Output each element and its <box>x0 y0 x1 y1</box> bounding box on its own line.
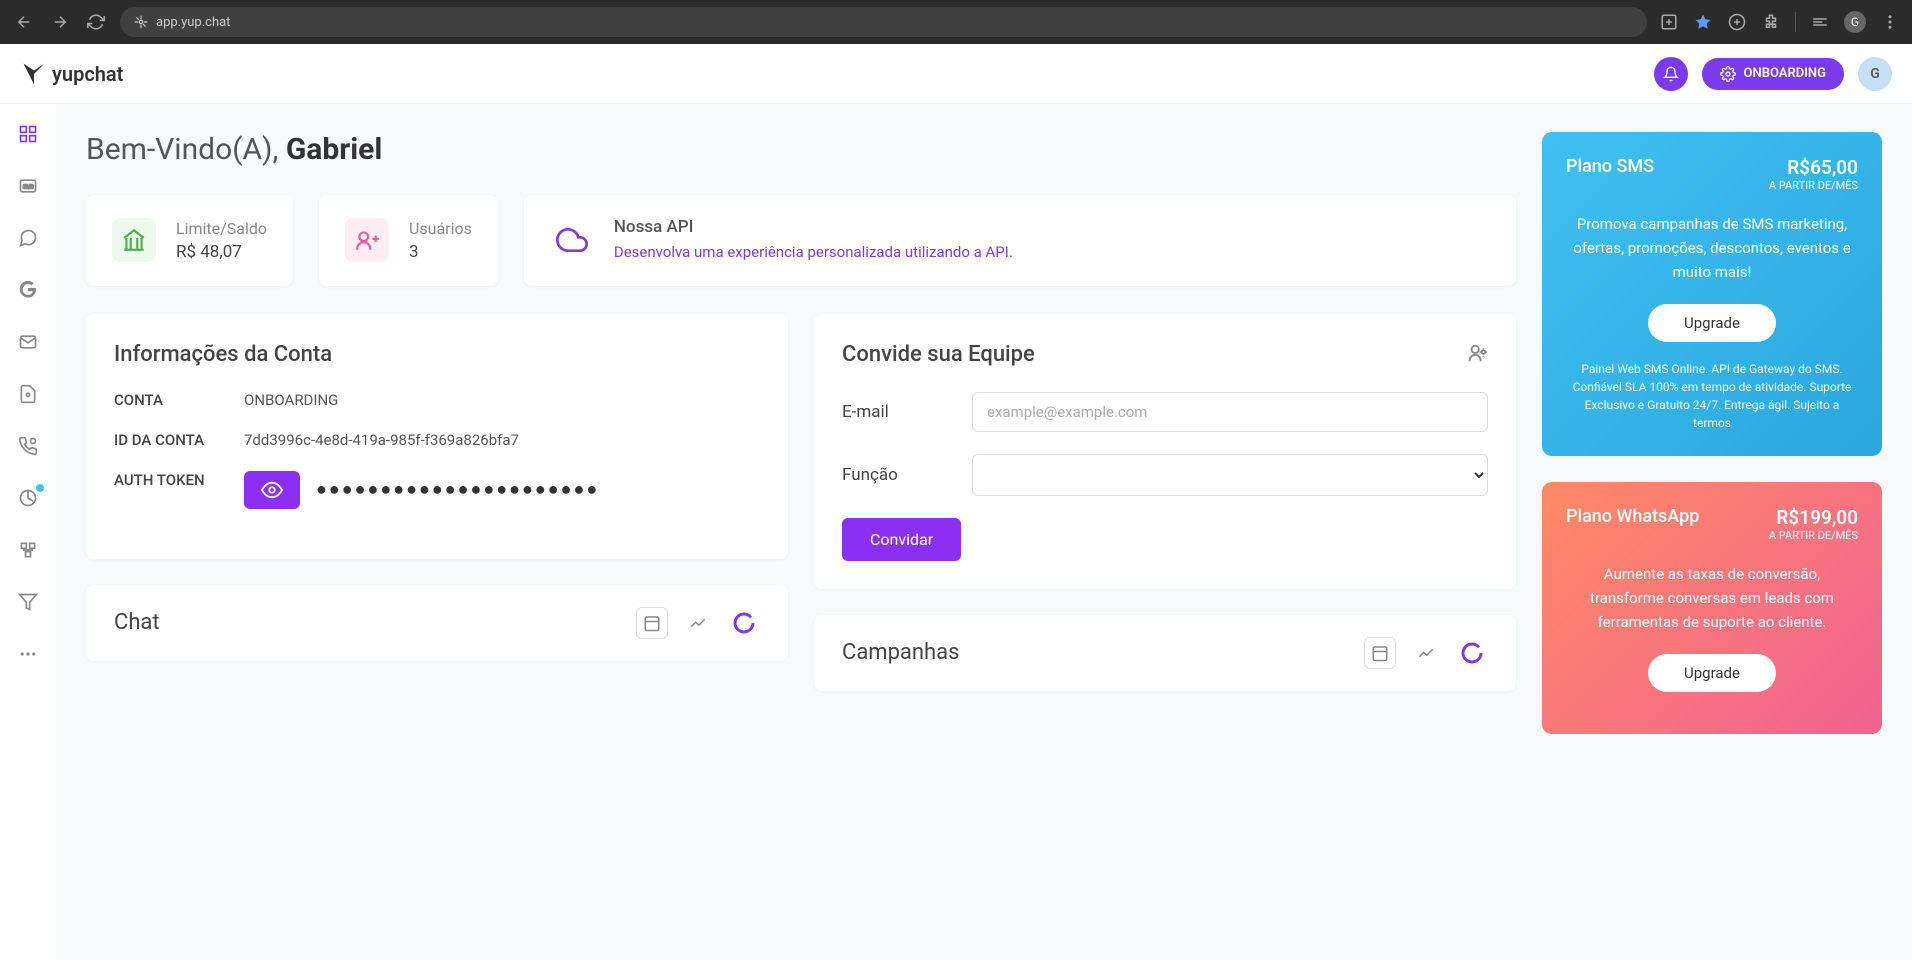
calendar-icon[interactable] <box>636 607 668 639</box>
chart-line-icon[interactable] <box>1410 637 1442 669</box>
logo-text: yupchat <box>52 62 123 86</box>
users-label: Usuários <box>409 219 472 238</box>
site-settings-icon <box>134 15 148 29</box>
url-text: app.yup.chat <box>156 15 230 30</box>
users-value: 3 <box>409 242 472 262</box>
plan-wa-price-sub: A PARTIR DE/MÊS <box>1769 529 1858 542</box>
back-button[interactable] <box>12 10 36 34</box>
bell-icon <box>1663 66 1679 82</box>
account-id-label: ID DA CONTA <box>114 431 244 449</box>
campaigns-title: Campanhas <box>842 640 960 665</box>
invite-team-panel: Convide sua Equipe E-mail Função <box>814 314 1516 589</box>
plan-wa-name: Plano WhatsApp <box>1566 506 1699 527</box>
extensions-icon[interactable] <box>1761 12 1781 32</box>
plan-wa-price: R$199,00 <box>1769 506 1858 529</box>
bookmark-icon[interactable] <box>1693 12 1713 32</box>
sidebar-item-dashboard[interactable] <box>16 122 40 146</box>
balance-label: Limite/Saldo <box>176 219 267 238</box>
main-content: Bem-Vindo(A), Gabriel Limite/Saldo R$ 48… <box>56 104 1912 960</box>
sidebar: SMS <box>0 104 56 960</box>
sidebar-item-whatsapp[interactable] <box>16 226 40 250</box>
install-icon[interactable] <box>1659 12 1679 32</box>
token-masked: ●●●●●●●●●●●●●●●●●●●●●● <box>316 479 599 500</box>
new-tab-icon[interactable] <box>1727 12 1747 32</box>
plan-wa-upgrade-button[interactable]: Upgrade <box>1648 654 1776 692</box>
sidebar-item-filter[interactable] <box>16 590 40 614</box>
account-info-panel: Informações da Conta CONTA ONBOARDING ID… <box>86 314 788 559</box>
account-id-value: 7dd3996c-4e8d-419a-985f-f369a826bfa7 <box>244 431 760 449</box>
menu-icon[interactable] <box>1880 12 1900 32</box>
url-bar[interactable]: app.yup.chat <box>120 7 1647 37</box>
sidebar-item-analytics[interactable] <box>16 486 40 510</box>
logo[interactable]: yupchat <box>20 60 123 88</box>
plan-sms-foot: Painel Web SMS Online. API de Gateway do… <box>1566 360 1858 432</box>
welcome-heading: Bem-Vindo(A), Gabriel <box>86 132 1516 167</box>
sidebar-item-flows[interactable] <box>16 538 40 562</box>
invite-button[interactable]: Convidar <box>842 518 961 561</box>
onboarding-button[interactable]: ONBOARDING <box>1702 58 1844 90</box>
chart-line-icon[interactable] <box>682 607 714 639</box>
campaigns-widget: Campanhas <box>814 615 1516 691</box>
chat-title: Chat <box>114 610 160 635</box>
calendar-icon[interactable] <box>1364 637 1396 669</box>
sidebar-item-email[interactable] <box>16 330 40 354</box>
stat-balance: Limite/Saldo R$ 48,07 <box>86 195 293 286</box>
team-settings-icon[interactable] <box>1466 342 1488 368</box>
conta-value: ONBOARDING <box>244 391 760 409</box>
conta-label: CONTA <box>114 391 244 409</box>
plan-wa-desc: Aumente as taxas de conversão, transform… <box>1566 562 1858 634</box>
account-title: Informações da Conta <box>114 342 760 367</box>
email-label: E-mail <box>842 402 952 422</box>
chat-widget: Chat <box>86 585 788 661</box>
reveal-token-button[interactable] <box>244 471 300 509</box>
media-icon[interactable] <box>1810 12 1830 32</box>
user-avatar[interactable]: G <box>1858 57 1892 91</box>
invite-title: Convide sua Equipe <box>842 342 1035 367</box>
api-title: Nossa API <box>614 217 1013 237</box>
plan-sms-price-sub: A PARTIR DE/MÊS <box>1769 179 1858 192</box>
gear-icon <box>1720 66 1736 82</box>
loading-icon[interactable] <box>1456 637 1488 669</box>
app-header: yupchat ONBOARDING G <box>0 44 1912 104</box>
sidebar-item-more[interactable] <box>16 642 40 666</box>
plan-sms-upgrade-button[interactable]: Upgrade <box>1648 304 1776 342</box>
forward-button[interactable] <box>48 10 72 34</box>
sidebar-item-contacts[interactable] <box>16 382 40 406</box>
plan-sms-price: R$65,00 <box>1769 156 1858 179</box>
reload-button[interactable] <box>84 10 108 34</box>
sidebar-item-sms[interactable]: SMS <box>16 174 40 198</box>
stat-users: Usuários 3 <box>319 195 498 286</box>
api-link[interactable]: Desenvolva uma experiência personalizada… <box>614 241 1013 264</box>
role-select[interactable] <box>972 454 1488 496</box>
loading-icon[interactable] <box>728 607 760 639</box>
cloud-icon <box>550 218 594 262</box>
svg-text:SMS: SMS <box>23 185 33 191</box>
email-field[interactable] <box>972 392 1488 432</box>
balance-value: R$ 48,07 <box>176 242 267 262</box>
plan-whatsapp-card: Plano WhatsApp R$199,00 A PARTIR DE/MÊS … <box>1542 482 1882 734</box>
sidebar-item-google[interactable] <box>16 278 40 302</box>
token-label: AUTH TOKEN <box>114 471 244 489</box>
users-icon <box>345 218 389 262</box>
plan-sms-card: Plano SMS R$65,00 A PARTIR DE/MÊS Promov… <box>1542 132 1882 456</box>
role-label: Função <box>842 465 952 485</box>
browser-chrome: app.yup.chat G <box>0 0 1912 44</box>
plan-sms-desc: Promova campanhas de SMS marketing, ofer… <box>1566 212 1858 284</box>
bank-icon <box>112 218 156 262</box>
plan-sms-name: Plano SMS <box>1566 156 1654 177</box>
profile-avatar[interactable]: G <box>1844 11 1866 33</box>
stat-api: Nossa API Desenvolva uma experiência per… <box>524 195 1516 286</box>
sidebar-item-calls[interactable] <box>16 434 40 458</box>
logo-icon <box>20 60 48 88</box>
notifications-button[interactable] <box>1654 57 1688 91</box>
